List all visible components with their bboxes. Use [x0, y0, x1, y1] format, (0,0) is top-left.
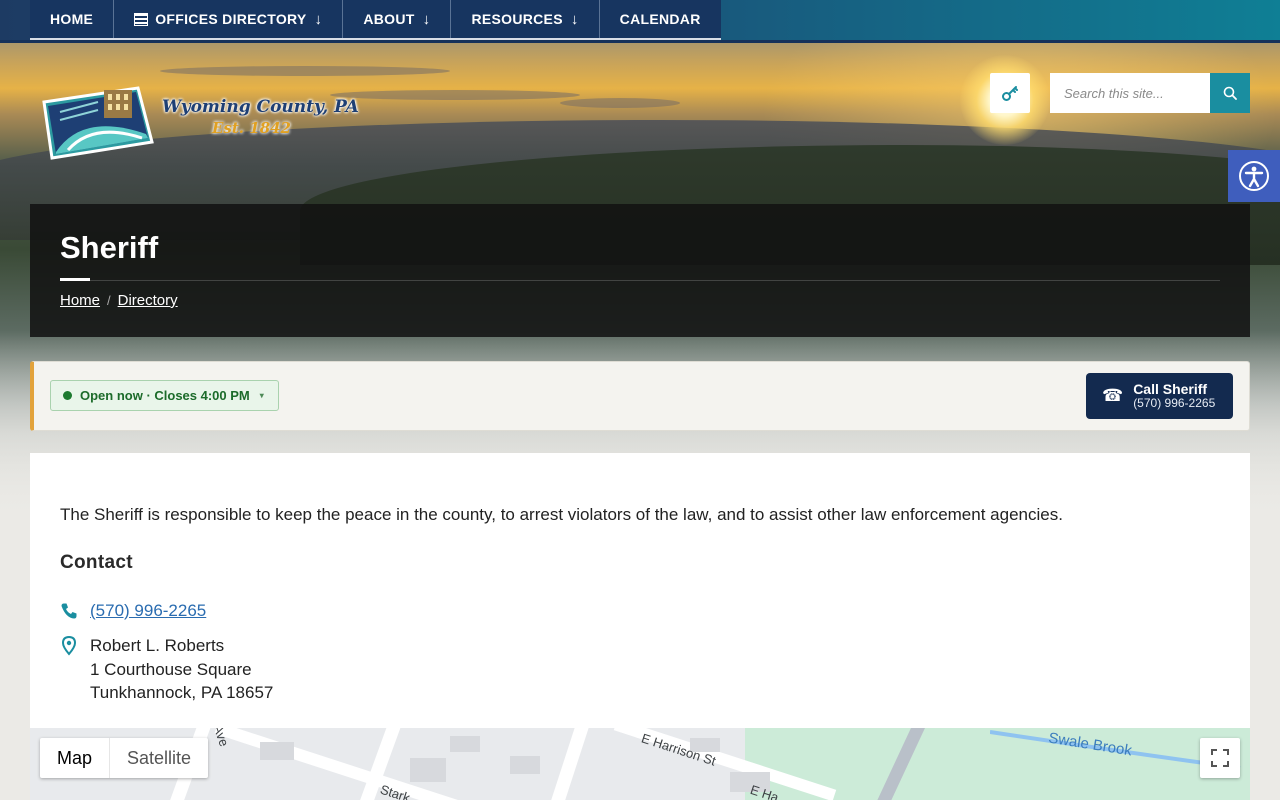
nav-offices-directory[interactable]: OFFICES DIRECTORY ↓: [114, 0, 344, 38]
map-street-label: E Harrison St: [639, 730, 718, 769]
phone-icon: [61, 603, 77, 619]
caret-down-icon: ▾: [259, 391, 264, 400]
nav-calendar[interactable]: CALENDAR: [600, 0, 721, 38]
contact-address: Robert L. Roberts 1 Courthouse Square Tu…: [90, 634, 273, 705]
breadcrumb-home[interactable]: Home: [60, 292, 100, 309]
search-button[interactable]: [1210, 73, 1250, 113]
office-status-bar: Open now · Closes 4:00 PM ▾ ☎ Call Sheri…: [30, 361, 1250, 431]
title-underline: [60, 278, 90, 281]
established-year: Est. 1842: [212, 119, 291, 137]
call-button-number: (570) 996-2265: [1133, 396, 1216, 410]
breadcrumb: Home / Directory: [60, 292, 178, 309]
top-navigation: HOME OFFICES DIRECTORY ↓ ABOUT ↓ RESOURC…: [0, 0, 1280, 43]
call-sheriff-button[interactable]: ☎ Call Sheriff (570) 996-2265: [1086, 373, 1233, 419]
arrow-down-icon: ↓: [314, 10, 323, 28]
list-icon: [134, 12, 149, 26]
map-view-button[interactable]: Map: [40, 738, 109, 778]
open-status-dot: [63, 391, 72, 400]
site-logo[interactable]: Wyoming County, PA Est. 1842: [38, 82, 359, 164]
nav-about[interactable]: ABOUT ↓: [343, 0, 452, 38]
address-line: 1 Courthouse Square: [90, 659, 252, 679]
contact-heading: Contact: [60, 552, 133, 573]
accessibility-icon: [1239, 161, 1269, 191]
phone-icon: ☎: [1102, 386, 1124, 405]
search-input[interactable]: [1050, 73, 1210, 113]
site-search: [1050, 73, 1250, 113]
call-button-label: Call Sheriff: [1133, 381, 1208, 397]
open-hours-toggle[interactable]: Open now · Closes 4:00 PM ▾: [50, 380, 279, 411]
nav-home[interactable]: HOME: [30, 0, 115, 38]
fullscreen-icon: [1211, 749, 1229, 767]
satellite-view-button[interactable]: Satellite: [109, 738, 208, 778]
open-status-text: Open now · Closes 4:00 PM: [80, 388, 250, 403]
login-key-button[interactable]: [990, 73, 1030, 113]
nav-resources[interactable]: RESOURCES ↓: [451, 0, 600, 38]
contact-address-row: Robert L. Roberts 1 Courthouse Square Tu…: [60, 634, 273, 705]
county-name: Wyoming County, PA: [162, 97, 359, 117]
office-details: The Sheriff is responsible to keep the p…: [30, 453, 1250, 728]
breadcrumb-directory[interactable]: Directory: [118, 292, 178, 309]
arrow-down-icon: ↓: [570, 10, 579, 28]
page-header: Sheriff Home / Directory: [30, 204, 1250, 337]
accessibility-toolbar-button[interactable]: [1228, 150, 1280, 202]
key-icon: [1002, 86, 1018, 101]
office-description: The Sheriff is responsible to keep the p…: [60, 505, 1063, 524]
contact-phone-row: (570) 996-2265: [60, 601, 206, 621]
location-map[interactable]: E Harrison St E Ha Stark Ave Swale Brook…: [30, 728, 1250, 800]
arrow-down-icon: ↓: [422, 10, 431, 28]
search-icon: [1223, 86, 1237, 100]
county-emblem-icon: [42, 86, 154, 160]
map-fullscreen-button[interactable]: [1200, 738, 1240, 778]
address-line: Robert L. Roberts: [90, 636, 225, 655]
address-line: Tunkhannock, PA 18657: [90, 683, 274, 702]
location-pin-icon: [61, 636, 77, 656]
contact-phone-link[interactable]: (570) 996-2265: [90, 601, 206, 621]
page-title: Sheriff: [60, 230, 159, 265]
map-type-toggle: Map Satellite: [40, 738, 209, 778]
